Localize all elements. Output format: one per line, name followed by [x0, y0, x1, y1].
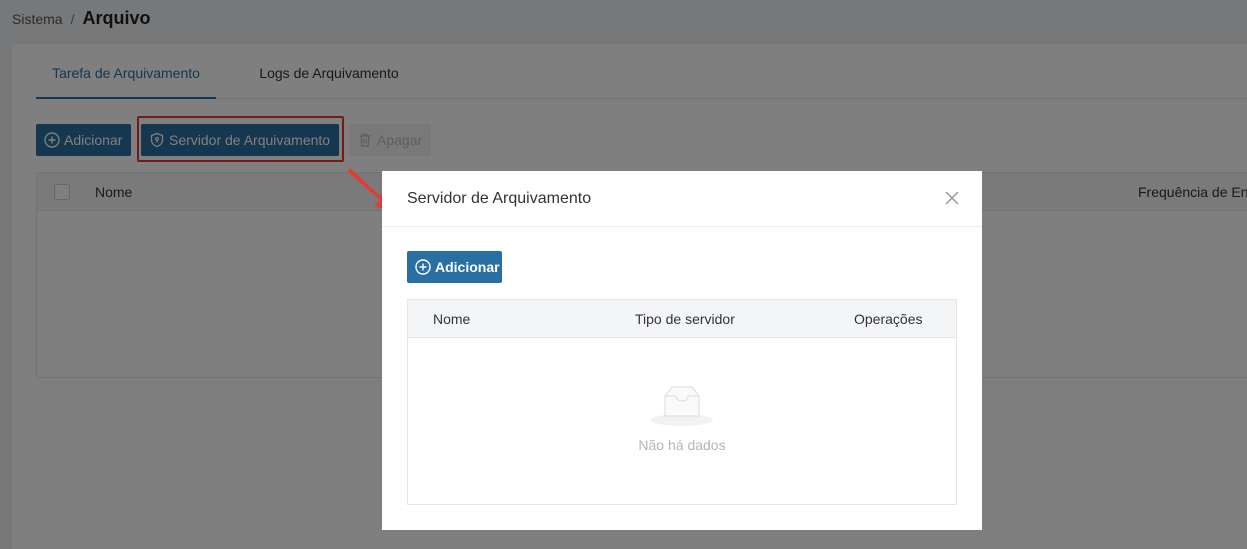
modal-add-button-label: Adicionar	[435, 259, 500, 275]
modal-add-button[interactable]: Adicionar	[407, 251, 502, 283]
plus-circle-icon	[415, 259, 431, 275]
inbox-icon	[651, 386, 713, 426]
close-icon[interactable]	[944, 190, 960, 206]
modal-title: Servidor de Arquivamento	[407, 190, 592, 207]
server-table: Nome Tipo de servidor Operações Não há d…	[407, 299, 957, 505]
empty-state: Não há dados	[408, 338, 956, 504]
empty-state-text: Não há dados	[638, 437, 726, 453]
server-table-header: Nome Tipo de servidor Operações	[408, 300, 956, 338]
column-header-name: Nome	[433, 311, 471, 327]
column-header-operations: Operações	[854, 311, 923, 327]
column-header-server-type: Tipo de servidor	[635, 311, 735, 327]
modal-header: Servidor de Arquivamento	[382, 171, 982, 227]
archive-server-modal: Servidor de Arquivamento Adicionar Nome …	[382, 171, 982, 530]
